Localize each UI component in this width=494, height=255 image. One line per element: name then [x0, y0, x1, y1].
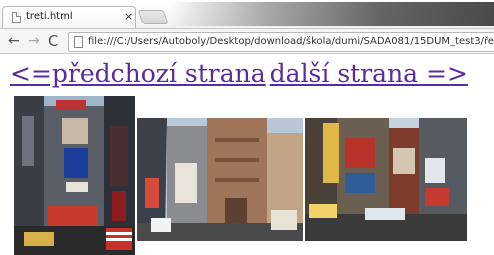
- forward-arrow-icon[interactable]: →: [28, 33, 40, 49]
- times-square-photo-1: [14, 96, 135, 255]
- close-tab-icon[interactable]: ×: [124, 10, 133, 23]
- page-icon: [74, 36, 83, 48]
- times-square-photo-2: [137, 118, 303, 241]
- browser-window: treti.html × ← → C file:///C:/Users/Auto…: [0, 0, 494, 255]
- address-bar[interactable]: file:///C:/Users/Autoboly/Desktop/downlo…: [68, 32, 494, 52]
- browser-tab[interactable]: treti.html ×: [2, 6, 136, 28]
- back-arrow-icon[interactable]: ←: [8, 33, 20, 49]
- previous-page-link[interactable]: <=předchozí strana: [10, 59, 266, 88]
- page-content: <=předchozí strana další strana =>: [0, 55, 494, 255]
- address-text[interactable]: file:///C:/Users/Autoboly/Desktop/downlo…: [88, 36, 494, 47]
- reload-icon[interactable]: C: [48, 33, 58, 49]
- tab-title: treti.html: [26, 11, 73, 22]
- browser-toolbar: ← → C file:///C:/Users/Autoboly/Desktop/…: [0, 28, 494, 54]
- tab-strip: treti.html ×: [0, 0, 494, 28]
- page-navigation: <=předchozí strana další strana =>: [10, 59, 468, 89]
- window-title-area: [170, 2, 494, 26]
- new-tab-button[interactable]: [137, 10, 169, 24]
- page-icon: [12, 12, 21, 23]
- next-page-link[interactable]: další strana =>: [270, 59, 468, 88]
- times-square-photo-3: [305, 118, 467, 241]
